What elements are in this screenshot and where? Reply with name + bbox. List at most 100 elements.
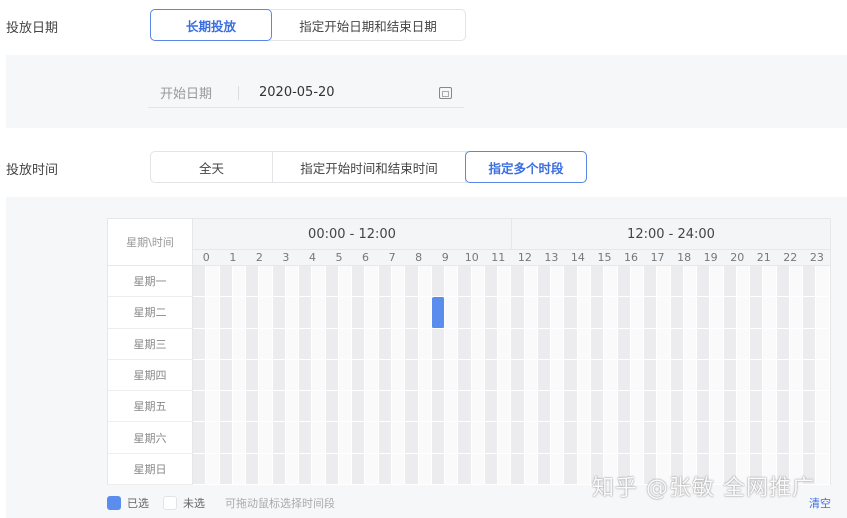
time-slot[interactable] [193,422,207,454]
time-slot[interactable] [365,359,379,392]
time-slot[interactable] [471,328,485,360]
time-slot[interactable] [697,328,711,360]
time-slot[interactable] [418,297,432,329]
time-slot[interactable] [285,453,300,486]
time-slot[interactable] [697,391,711,423]
time-slot[interactable] [524,422,538,454]
time-slot[interactable] [312,297,326,329]
time-slot[interactable] [670,297,684,329]
time-slot[interactable] [524,297,538,329]
time-slot[interactable] [458,422,472,454]
time-slot[interactable] [670,266,684,298]
time-slot[interactable] [697,359,711,392]
time-slot[interactable] [418,422,432,454]
time-slot[interactable] [670,328,684,360]
time-slot[interactable] [325,328,339,360]
time-slot[interactable] [391,453,406,486]
time-slot[interactable] [206,422,220,454]
time-slot[interactable] [537,391,552,423]
time-slot[interactable] [511,391,525,423]
time-slot[interactable] [285,391,300,423]
time-slot[interactable] [378,297,392,329]
time-slot[interactable] [471,391,485,423]
time-slot[interactable] [352,359,366,392]
time-slot[interactable] [219,297,233,329]
time-slot[interactable] [458,297,472,329]
time-slot[interactable] [511,422,525,454]
time-slot[interactable] [232,266,247,298]
time-slot[interactable] [246,328,260,360]
time-slot[interactable] [259,359,273,392]
time-slot[interactable] [763,266,777,298]
time-slot[interactable] [524,328,538,360]
time-slot[interactable] [763,328,777,360]
time-slot[interactable] [498,266,512,298]
time-slot[interactable] [644,297,658,329]
time-slot[interactable] [259,328,273,360]
date-range-option[interactable]: 指定开始日期和结束日期 [271,10,465,40]
time-slot[interactable] [816,328,830,360]
time-slot[interactable] [670,391,684,423]
time-slot[interactable] [219,391,233,423]
time-slot[interactable] [445,422,459,454]
time-slot[interactable] [617,266,631,298]
calendar-icon[interactable] [439,86,452,99]
time-slot[interactable] [789,422,804,454]
time-slot[interactable] [312,328,326,360]
time-slot[interactable] [776,266,790,298]
time-slot[interactable] [736,297,751,329]
time-slot[interactable] [378,391,392,423]
time-slot[interactable] [378,266,392,298]
time-slot[interactable] [564,328,578,360]
time-slot[interactable] [352,266,366,298]
time-slot[interactable] [498,328,512,360]
time-slot[interactable] [537,422,552,454]
time-slot[interactable] [445,297,459,329]
time-slot[interactable] [577,328,591,360]
start-date-field[interactable]: 开始日期 2020-05-20 [148,78,464,108]
time-slot[interactable] [206,391,220,423]
time-slot[interactable] [524,266,538,298]
time-slot[interactable] [484,328,499,360]
time-slot[interactable] [285,297,300,329]
time-slot[interactable] [683,359,698,392]
time-slot[interactable] [736,328,751,360]
time-slot[interactable] [617,297,631,329]
time-slot[interactable] [723,422,737,454]
time-slot[interactable] [325,391,339,423]
time-slot[interactable] [803,328,817,360]
time-slot[interactable] [816,266,830,298]
time-slot[interactable] [484,391,499,423]
time-slot[interactable] [750,328,764,360]
time-slot[interactable] [498,297,512,329]
time-slot[interactable] [272,391,286,423]
time-slot[interactable] [325,297,339,329]
time-slot[interactable] [630,359,645,392]
time-slot[interactable] [352,297,366,329]
time-slot[interactable] [312,391,326,423]
time-slot[interactable] [537,328,552,360]
all-day-option[interactable]: 全天 [151,152,273,182]
time-slot[interactable] [630,328,645,360]
time-slot[interactable] [644,328,658,360]
time-slot[interactable] [391,328,406,360]
time-slot[interactable] [670,422,684,454]
time-slot[interactable] [511,359,525,392]
time-slot[interactable] [458,391,472,423]
time-slot[interactable] [299,422,313,454]
time-slot[interactable] [431,328,446,360]
time-slot[interactable] [471,359,485,392]
time-slot[interactable] [577,266,591,298]
time-slot[interactable] [219,359,233,392]
time-slot[interactable] [683,422,698,454]
time-slot[interactable] [285,422,300,454]
time-slot[interactable] [604,422,618,454]
time-slot[interactable] [697,422,711,454]
time-slot[interactable] [259,297,273,329]
time-slot[interactable] [272,359,286,392]
time-slot[interactable] [776,422,790,454]
time-slot[interactable] [338,266,353,298]
time-slot[interactable] [484,453,499,486]
time-slot[interactable] [206,297,220,329]
time-slot[interactable] [405,266,419,298]
